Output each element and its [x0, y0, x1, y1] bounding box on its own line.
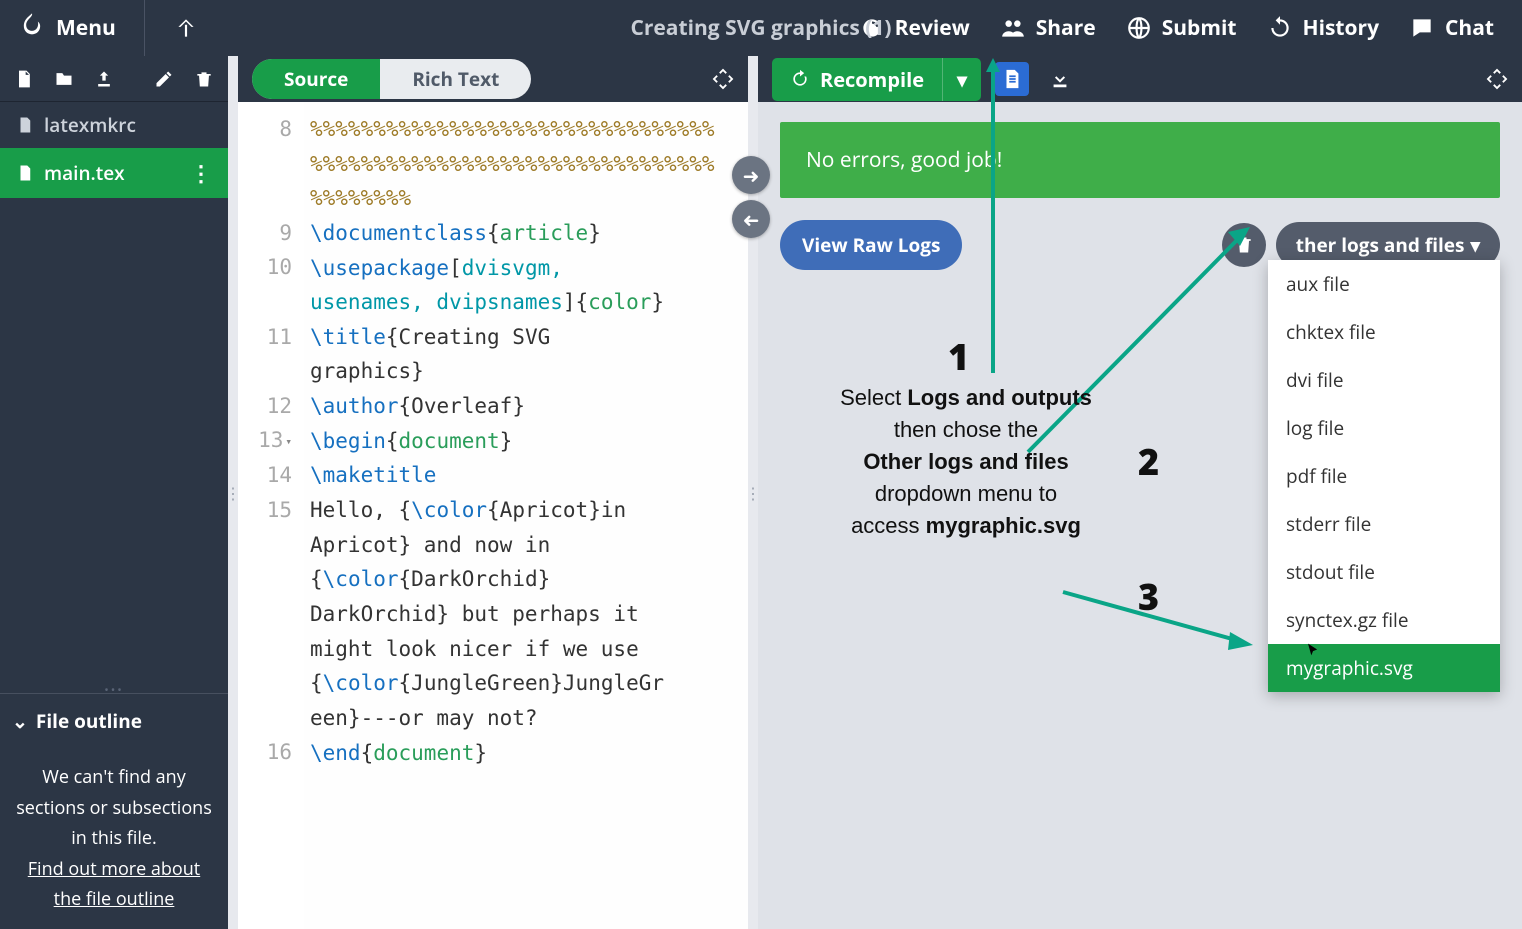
recompile-label: Recompile: [820, 66, 924, 93]
dropdown-item-synctex[interactable]: synctex.gz file: [1268, 596, 1500, 644]
logs-area: No errors, good job! View Raw Logs ther …: [758, 102, 1522, 929]
dropdown-item-chktex[interactable]: chktex file: [1268, 308, 1500, 356]
outline-empty-text: We can't find any sections or subsection…: [12, 762, 216, 854]
annotation-text: Select Logs and outputs then chose the O…: [776, 382, 1156, 541]
share-users-icon: [1000, 15, 1026, 41]
chat-button[interactable]: Chat: [1409, 14, 1494, 42]
file-tree: latexmkrc main.tex ⋮: [0, 102, 228, 198]
editor-panel: Source Rich Text 8 9 10 11 12 13 14 15 1…: [238, 56, 748, 929]
menu-button[interactable]: Menu: [18, 11, 116, 46]
editor-toolbar: Source Rich Text: [238, 56, 748, 102]
outline-help-link[interactable]: Find out more about the file outline: [28, 857, 200, 912]
history-button[interactable]: History: [1267, 14, 1380, 42]
share-label: Share: [1036, 14, 1096, 42]
file-outline-panel: ⌄ File outline We can't find any section…: [0, 693, 228, 929]
dropdown-item-dvi[interactable]: dvi file: [1268, 356, 1500, 404]
cursor-pointer-icon: [1303, 642, 1323, 662]
home-button[interactable]: [173, 15, 199, 41]
source-tab[interactable]: Source: [252, 59, 380, 99]
delete-trash-icon[interactable]: [194, 68, 214, 90]
project-title[interactable]: Creating SVG graphics (1): [630, 14, 891, 42]
annotation-step-1: 1: [948, 332, 969, 381]
file-icon: [16, 164, 34, 182]
view-raw-logs-button[interactable]: View Raw Logs: [780, 220, 962, 270]
chat-label: Chat: [1445, 14, 1494, 42]
dropdown-item-pdf[interactable]: pdf file: [1268, 452, 1500, 500]
sync-arrows: ➜ ➜: [732, 156, 770, 238]
separator: [144, 0, 145, 56]
chat-bubble-icon: [1409, 15, 1435, 41]
download-pdf-button[interactable]: [1043, 62, 1077, 96]
history-icon: [1267, 15, 1293, 41]
other-logs-label: ther logs and files: [1296, 232, 1465, 258]
code-editor[interactable]: 8 9 10 11 12 13 14 15 16 %%%%%%%%%%%%%%%…: [238, 102, 748, 929]
download-icon: [1049, 68, 1071, 90]
dropdown-item-stderr[interactable]: stderr file: [1268, 500, 1500, 548]
submit-globe-icon: [1126, 15, 1152, 41]
fullscreen-editor-icon[interactable]: [712, 68, 734, 90]
rich-text-tab[interactable]: Rich Text: [380, 59, 531, 99]
rename-pencil-icon[interactable]: [154, 68, 174, 90]
sync-to-pdf-button[interactable]: ➜: [732, 156, 770, 194]
file-panel: latexmkrc main.tex ⋮ ⌄ File outline We c…: [0, 56, 228, 929]
recompile-refresh-icon: [790, 69, 810, 89]
recompile-button[interactable]: Recompile: [772, 58, 943, 101]
file-actions-bar: [0, 56, 228, 102]
submit-label: Submit: [1162, 14, 1237, 42]
trash-icon: [1234, 235, 1254, 255]
pdf-logs-panel: Recompile ▾ No errors, good job! View Ra…: [758, 56, 1522, 929]
file-outline-title: File outline: [36, 708, 142, 734]
file-menu-icon[interactable]: ⋮: [190, 158, 212, 188]
top-toolbar: Menu Creating SVG graphics (1) Review Sh…: [0, 0, 1522, 56]
sync-to-code-button[interactable]: ➜: [732, 200, 770, 238]
history-label: History: [1303, 14, 1380, 42]
line-number-gutter: 8 9 10 11 12 13 14 15 16: [238, 102, 304, 929]
overleaf-logo-icon: [18, 11, 46, 46]
review-label: Review: [895, 14, 970, 42]
compile-toolbar: Recompile ▾: [758, 56, 1522, 102]
file-outline-toggle[interactable]: ⌄ File outline: [12, 708, 216, 734]
caret-down-icon: ▾: [1470, 232, 1480, 258]
other-logs-dropdown: aux file chktex file dvi file log file p…: [1268, 260, 1500, 692]
new-folder-icon[interactable]: [54, 68, 74, 90]
dropdown-item-stdout[interactable]: stdout file: [1268, 548, 1500, 596]
compile-status-banner: No errors, good job!: [780, 122, 1500, 198]
file-name: main.tex: [44, 160, 125, 186]
upload-file-icon[interactable]: [94, 68, 114, 90]
recompile-button-group: Recompile ▾: [772, 58, 981, 101]
code-body[interactable]: %%%%%%%%%%%%%%%%%%%%%%%%%%%%%%%% %%%%%%%…: [304, 102, 721, 929]
share-button[interactable]: Share: [1000, 14, 1096, 42]
menu-label: Menu: [56, 14, 116, 42]
annotation-arrow-1: [983, 58, 1003, 378]
clear-cache-button[interactable]: [1222, 223, 1266, 267]
new-file-icon[interactable]: [14, 68, 34, 90]
file-name: latexmkrc: [44, 112, 136, 138]
file-row-latexmkrc[interactable]: latexmkrc: [0, 102, 228, 148]
annotation-step-3: 3: [1138, 572, 1159, 621]
up-arrow-home-icon: [173, 15, 199, 41]
submit-button[interactable]: Submit: [1126, 14, 1237, 42]
recompile-dropdown-caret[interactable]: ▾: [943, 58, 981, 101]
annotation-step-2: 2: [1138, 437, 1159, 486]
file-row-main-tex[interactable]: main.tex ⋮: [0, 148, 228, 198]
vertical-splitter-left[interactable]: [228, 56, 238, 929]
fullscreen-pdf-icon[interactable]: [1486, 68, 1508, 90]
horizontal-splitter[interactable]: [0, 685, 228, 693]
editor-mode-segment: Source Rich Text: [252, 59, 531, 99]
file-icon: [16, 116, 34, 134]
dropdown-item-log[interactable]: log file: [1268, 404, 1500, 452]
logs-outputs-button[interactable]: [995, 62, 1029, 96]
logs-file-icon: [1001, 68, 1023, 90]
chevron-down-icon: ⌄: [12, 708, 28, 734]
dropdown-item-aux[interactable]: aux file: [1268, 260, 1500, 308]
